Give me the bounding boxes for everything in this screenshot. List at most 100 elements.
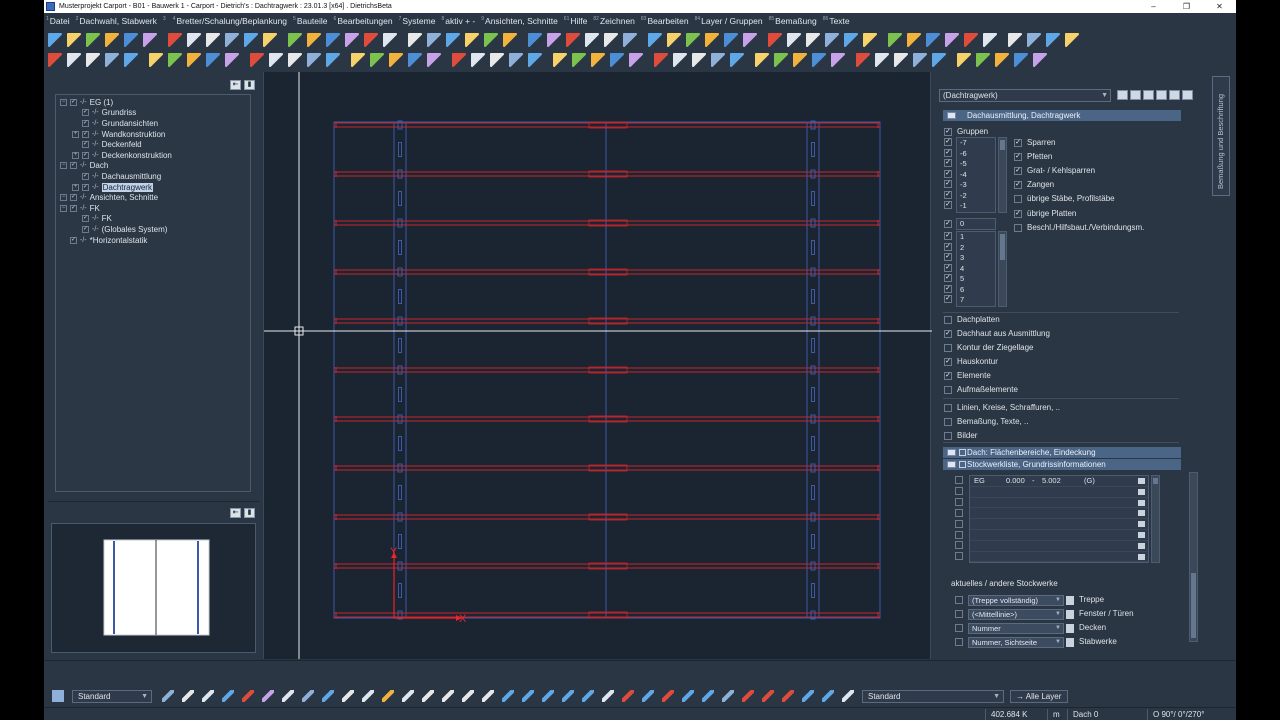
toolbar-tool-icon[interactable] [976, 53, 990, 67]
drawing-tool-icon[interactable] [582, 690, 594, 702]
toolbar-tool-icon[interactable] [1046, 33, 1060, 47]
group-number[interactable]: 3 [957, 253, 995, 264]
toolbar-tool-icon[interactable] [67, 33, 81, 47]
toolbar-tool-icon[interactable] [572, 53, 586, 67]
toolbar-tool-icon[interactable] [856, 53, 870, 67]
drawing-tool-icon[interactable] [422, 690, 434, 702]
tree-expand-icon[interactable]: − [60, 204, 67, 212]
group-number[interactable]: -1 [957, 201, 995, 212]
display-option[interactable]: ✓ Grat- / Kehlsparren [1014, 165, 1095, 177]
toolbar-tool-icon[interactable] [509, 53, 523, 67]
toolbar-tool-icon[interactable] [187, 33, 201, 47]
toolbar-tool-icon[interactable] [143, 33, 157, 47]
tree-expand-icon[interactable]: + [72, 183, 79, 191]
toolbar-tool-icon[interactable] [528, 33, 542, 47]
toolbar-tool-icon[interactable] [503, 33, 517, 47]
toolbar-tool-icon[interactable] [446, 33, 460, 47]
panel-pin-icon[interactable] [1156, 90, 1167, 100]
section-stockwerkliste[interactable]: Stockwerkliste, Grundrissinformationen [943, 459, 1181, 470]
drawing-tool-icon[interactable] [402, 690, 414, 702]
toolbar-tool-icon[interactable] [711, 53, 725, 67]
layer-select[interactable]: → Alle Layer [1010, 689, 1068, 703]
negative-group-list[interactable]: -7 -6 -5 -4 -3 -2 -1 [956, 137, 996, 213]
group-checkbox[interactable]: ✓ [944, 148, 952, 157]
toolbar-tool-icon[interactable] [105, 53, 119, 67]
group-number[interactable]: 4 [957, 264, 995, 275]
toolbar-tool-icon[interactable] [1065, 33, 1079, 47]
toolbar-tool-icon[interactable] [686, 33, 700, 47]
filter-save-icon[interactable] [1117, 90, 1128, 100]
toolbar-tool-icon[interactable] [983, 33, 997, 47]
display-option[interactable]: ✓ Pfetten [1014, 151, 1052, 163]
group-checkbox[interactable]: ✓ [944, 190, 952, 199]
tree-visibility-checkbox[interactable]: ✓ [82, 225, 89, 233]
toolbar-tool-icon[interactable] [591, 53, 605, 67]
storey-option-select[interactable]: (Treppe vollständig) ▼ [968, 594, 1064, 606]
toolbar-tool-icon[interactable] [326, 33, 340, 47]
toolbar-tool-icon[interactable] [654, 53, 668, 67]
toolbar-tool-icon[interactable] [389, 53, 403, 67]
positive-group-list[interactable]: 1234567 [956, 231, 996, 307]
tree-expand-icon[interactable]: − [60, 194, 67, 202]
section-checkbox[interactable] [959, 449, 966, 456]
group-number[interactable]: -2 [957, 191, 995, 202]
storey-row[interactable]: EG 0.000 - 5.002 (G) [970, 476, 1148, 487]
toolbar-tool-icon[interactable] [206, 33, 220, 47]
storey-display-option[interactable]: Nummer, Sichtseite ▼ Stabwerke [955, 636, 1117, 648]
menu-item-8[interactable]: 8aktiv + - [441, 16, 475, 26]
group-number[interactable]: -7 [957, 138, 995, 149]
toolbar-tool-icon[interactable] [427, 53, 441, 67]
section-dachausmittlung[interactable]: Dachausmittlung, Dachtragwerk [943, 110, 1181, 121]
toolbar-tool-icon[interactable] [225, 53, 239, 67]
toolbar-tool-icon[interactable] [743, 33, 757, 47]
storey-option-edit-icon[interactable] [1066, 609, 1074, 619]
toolbar-tool-icon[interactable] [995, 53, 1009, 67]
toolbar-tool-icon[interactable] [465, 33, 479, 47]
drawing-tool-icon[interactable] [162, 690, 174, 702]
drawing-tool-icon[interactable] [562, 690, 574, 702]
toolbar-tool-icon[interactable] [490, 53, 504, 67]
toolbar-tool-icon[interactable] [673, 53, 687, 67]
filter-select[interactable]: (Dachtragwerk) ▼ [939, 88, 1111, 102]
toolbar-tool-icon[interactable] [48, 33, 62, 47]
tree-item[interactable]: ✓ -/- Dachausmittlung [56, 171, 250, 182]
menu-item-2[interactable]: 2Dachwahl, Stabwerk [76, 16, 157, 26]
tree-item[interactable]: − ✓ -/- Dach [56, 161, 250, 172]
display-option[interactable]: Beschl./Hilfsbaut./Verbindungsm. [1014, 222, 1144, 234]
drawing-tool-icon[interactable] [742, 690, 754, 702]
toolbar-tool-icon[interactable] [667, 33, 681, 47]
group-checkbox[interactable]: ✓ [944, 232, 952, 240]
storey-row[interactable] [970, 508, 1148, 520]
group-number[interactable]: 2 [957, 243, 995, 254]
option-checkbox[interactable]: ✓ [1014, 181, 1022, 190]
tree-expand-icon[interactable]: + [72, 130, 79, 138]
drawing-tool-icon[interactable] [262, 690, 274, 702]
toolbar-tool-icon[interactable] [67, 53, 81, 67]
storey-row[interactable] [970, 530, 1148, 541]
drawing-tool-icon[interactable] [762, 690, 774, 702]
toolbar-tool-icon[interactable] [351, 53, 365, 67]
tree-item[interactable]: ✓ -/- Grundriss [56, 108, 250, 119]
overview-pin-icon[interactable]: ⇤ [230, 508, 241, 518]
menu-item-14[interactable]: 85Bemaßung [769, 16, 817, 26]
group-checkbox[interactable]: ✓ [944, 159, 952, 167]
tree-item[interactable]: ✓ -/- (Globales System) [56, 224, 250, 235]
storey-option-select[interactable]: (<Mittellinie>) ▼ [968, 608, 1064, 620]
panel-dock-icon[interactable] [1169, 90, 1180, 100]
panel-dock-icon[interactable]: ▮ [244, 80, 255, 90]
menu-item-5[interactable]: 5Bauteile [293, 16, 328, 26]
storey-display-option[interactable]: Nummer ▼ Decken [955, 622, 1106, 634]
group-checkbox[interactable]: ✓ [944, 284, 952, 293]
storey-checkbox[interactable] [955, 486, 963, 495]
option-checkbox[interactable] [1014, 223, 1022, 232]
option-checkbox[interactable] [955, 638, 963, 646]
overview-map[interactable] [51, 523, 256, 653]
storey-option-select[interactable]: Nummer, Sichtseite ▼ [968, 636, 1064, 648]
group-number[interactable]: 5 [957, 274, 995, 285]
toolbar-tool-icon[interactable] [812, 53, 826, 67]
toolbar-tool-icon[interactable] [888, 33, 902, 47]
props-scrollbar[interactable] [1189, 472, 1198, 642]
toolbar-tool-icon[interactable] [932, 53, 946, 67]
display-option[interactable]: Linien, Kreise, Schraffuren, .. [944, 402, 1060, 414]
group-checkbox[interactable]: ✓ [944, 253, 952, 261]
